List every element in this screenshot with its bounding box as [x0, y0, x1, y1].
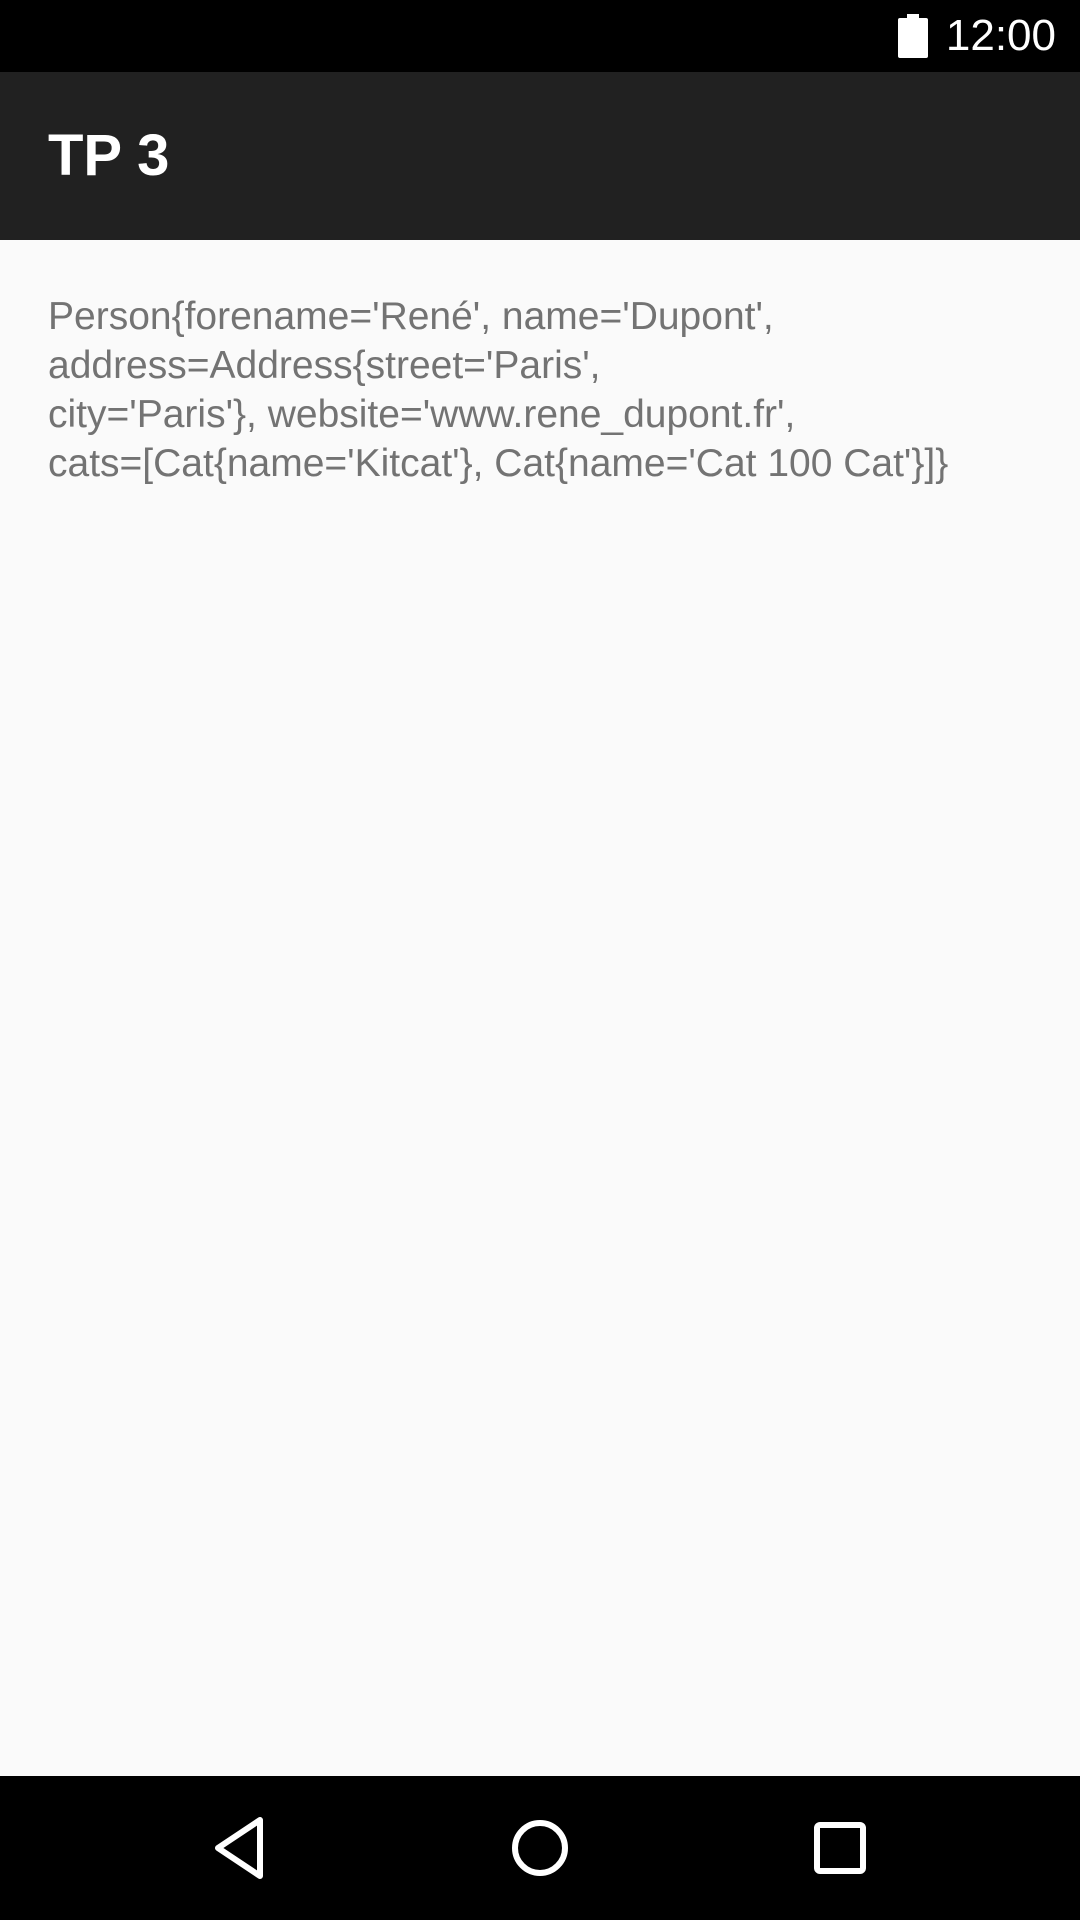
main-content: Person{forename='René', name='Dupont', a…: [0, 240, 1080, 1776]
page-title: TP 3: [48, 123, 170, 188]
back-triangle-icon[interactable]: [200, 1808, 280, 1888]
battery-full-icon: [898, 14, 928, 58]
home-circle-icon[interactable]: [500, 1808, 580, 1888]
status-clock: 12:00: [945, 11, 1056, 60]
navigation-bar: [0, 1776, 1080, 1920]
app-bar: TP 3: [0, 72, 1080, 240]
status-bar: 12:00: [0, 0, 1080, 72]
person-description-text: Person{forename='René', name='Dupont', a…: [48, 295, 949, 485]
recents-square-icon[interactable]: [800, 1808, 880, 1888]
